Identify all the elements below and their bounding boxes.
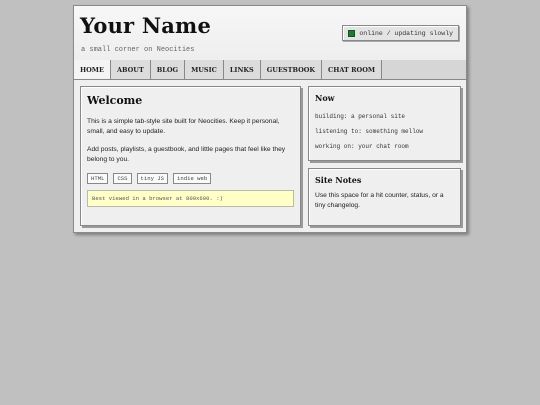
- tab-home[interactable]: HOME: [74, 60, 111, 79]
- now-line-listening: listening to: something mellow: [315, 128, 424, 135]
- browser-notice: Best viewed in a browser at 800x600. :): [87, 190, 294, 207]
- status-text: online / updating slowly: [359, 29, 453, 37]
- welcome-paragraph-2: Add posts, playlists, a guestbook, and l…: [87, 146, 286, 163]
- site-notes-text: Use this space for a hit counter, status…: [315, 192, 444, 209]
- site-header: Your Name a small corner on Neocities on…: [74, 6, 466, 61]
- tab-about[interactable]: ABOUT: [110, 60, 151, 79]
- tab-music[interactable]: MUSIC: [185, 60, 224, 79]
- tag-tiny-js: tiny JS: [136, 173, 169, 184]
- status-badge: online / updating slowly: [342, 25, 459, 41]
- tag-css: CSS: [113, 173, 132, 184]
- tag-list: HTML CSS tiny JS indie web: [87, 173, 294, 184]
- welcome-paragraph-1: This is a simple tab-style site built fo…: [87, 118, 280, 135]
- welcome-panel: Welcome This is a simple tab-style site …: [80, 86, 301, 226]
- tab-links[interactable]: LINKS: [223, 60, 261, 79]
- tab-guestbook[interactable]: GUESTBOOK: [260, 60, 323, 79]
- tab-bar: HOME ABOUT BLOG MUSIC LINKS GUESTBOOK CH…: [74, 60, 466, 80]
- site-notes-panel: Site Notes Use this space for a hit coun…: [308, 168, 461, 226]
- now-line-working: working on: your chat room: [315, 143, 409, 150]
- tag-html: HTML: [87, 173, 109, 184]
- site-notes-heading: Site Notes: [315, 175, 362, 185]
- now-panel: Now building: a personal site listening …: [308, 86, 461, 161]
- welcome-heading: Welcome: [87, 94, 143, 107]
- now-line-building: building: a personal site: [315, 113, 406, 120]
- site-tagline: a small corner on Neocities: [81, 46, 195, 54]
- tab-blog[interactable]: BLOG: [150, 60, 186, 79]
- site-window: Your Name a small corner on Neocities on…: [73, 5, 467, 233]
- tag-indie-web: indie web: [173, 173, 212, 184]
- now-heading: Now: [315, 93, 335, 103]
- tab-chat-room[interactable]: CHAT ROOM: [322, 60, 383, 79]
- status-dot-icon: [348, 29, 356, 37]
- site-title: Your Name: [80, 13, 211, 38]
